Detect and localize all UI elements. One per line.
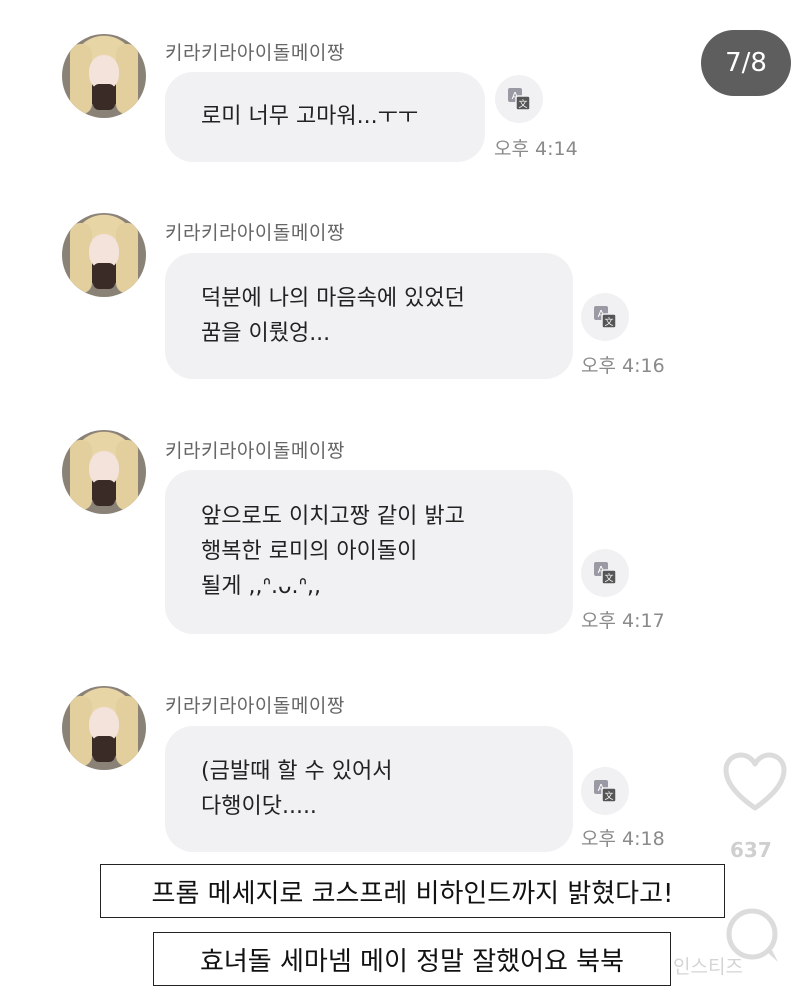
message-bubble[interactable]: 덕분에 나의 마음속에 있었던 꿈을 이뤘엉... <box>165 253 573 379</box>
caption-line-1: 프롬 메세지로 코스프레 비하인드까지 밝혔다고! <box>100 864 725 918</box>
caption-line-2: 효녀돌 세마넴 메이 정말 잘했어요 북북 <box>153 932 671 986</box>
like-count: 637 <box>730 838 772 862</box>
message-bubble[interactable]: 로미 너무 고마워...ㅜㅜ <box>165 72 485 162</box>
translate-icon[interactable]: A 文 <box>581 767 629 815</box>
message-text: 다행이닷..... <box>201 794 317 819</box>
translate-icon[interactable]: A 文 <box>581 549 629 597</box>
avatar[interactable] <box>62 430 146 514</box>
avatar[interactable] <box>62 213 146 297</box>
message-text: 행복한 로미의 아이돌이 <box>201 539 418 564</box>
avatar[interactable] <box>62 34 146 118</box>
message-bubble[interactable]: 앞으로도 이치고짱 같이 밝고 행복한 로미의 아이돌이 될게 ,,ᐢ.ᴗ.ᐢ,… <box>165 470 573 634</box>
message-time: 오후 4:18 <box>581 828 665 850</box>
sender-name: 키라키라아이돌메이짱 <box>165 42 345 64</box>
message-bubble[interactable]: (금발때 할 수 있어서 다행이닷..... <box>165 726 573 852</box>
svg-text:文: 文 <box>604 572 613 584</box>
translate-icon[interactable]: A 文 <box>495 75 543 123</box>
message-text: 될게 ,,ᐢ.ᴗ.ᐢ,, <box>201 574 322 599</box>
sender-name: 키라키라아이돌메이짱 <box>165 222 345 244</box>
svg-text:文: 文 <box>604 316 613 328</box>
sender-name: 키라키라아이돌메이짱 <box>165 440 345 462</box>
message-time: 오후 4:14 <box>494 138 578 160</box>
message-text: 로미 너무 고마워...ㅜㅜ <box>201 104 419 129</box>
watermark: 인스티즈 <box>673 956 743 978</box>
message-text: (금발때 할 수 있어서 <box>201 759 393 784</box>
message-text: 꿈을 이뤘엉... <box>201 321 331 346</box>
message-text: 덕분에 나의 마음속에 있었던 <box>201 286 465 311</box>
translate-icon[interactable]: A 文 <box>581 293 629 341</box>
page-counter: 7/8 <box>701 30 791 96</box>
svg-text:文: 文 <box>604 790 613 802</box>
svg-text:文: 文 <box>518 98 527 110</box>
message-time: 오후 4:16 <box>581 355 665 377</box>
heart-icon[interactable] <box>722 752 788 812</box>
sender-name: 키라키라아이돌메이짱 <box>165 695 345 717</box>
avatar[interactable] <box>62 686 146 770</box>
message-text: 앞으로도 이치고짱 같이 밝고 <box>201 504 465 529</box>
message-time: 오후 4:17 <box>581 610 665 632</box>
